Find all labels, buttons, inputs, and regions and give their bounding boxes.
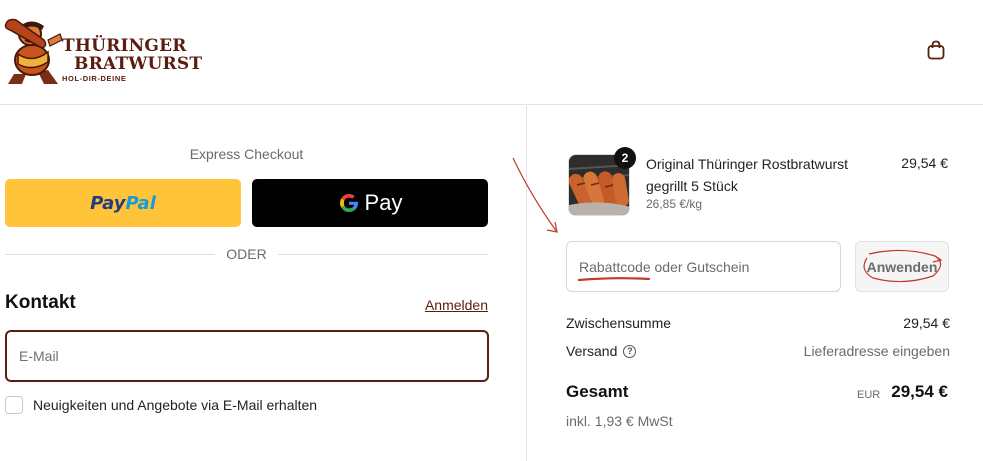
total-label: Gesamt <box>566 382 629 401</box>
quantity-badge: 2 <box>614 147 636 169</box>
separator-line-right <box>278 254 488 255</box>
product-price: 29,54 € <box>901 155 948 171</box>
discount-code-input[interactable] <box>566 241 841 292</box>
paypal-logo-pal: Pal <box>125 192 156 214</box>
logo-tagline: HOL-DIR-DEINE <box>62 74 127 83</box>
apply-discount-button[interactable]: Anwenden <box>855 241 949 292</box>
checkout-main: Express Checkout PayPal Pay ODER Kontakt… <box>0 106 526 461</box>
google-pay-label: Pay <box>364 190 403 215</box>
logo-wordmark: THÜRINGER BRATWURST HOL-DIR-DEINE <box>62 38 202 83</box>
logo-line-2: BRATWURST <box>74 54 203 74</box>
google-g-icon <box>339 194 358 212</box>
google-pay-button[interactable]: Pay <box>252 179 488 227</box>
subtotal-row: Zwischensumme 29,54 € <box>566 315 950 331</box>
cart-button[interactable] <box>923 37 949 63</box>
shipping-label-group: Versand ? <box>566 343 637 359</box>
shopping-bag-icon <box>927 40 945 60</box>
express-checkout-label: Express Checkout <box>189 146 304 162</box>
paypal-button[interactable]: PayPal <box>5 179 241 227</box>
contact-heading: Kontakt <box>5 292 76 313</box>
mascot-logo-icon <box>4 18 63 84</box>
subtotal-value: 29,54 € <box>903 315 950 331</box>
newsletter-label: Neuigkeiten und Angebote via E-Mail erha… <box>33 397 318 413</box>
shipping-row: Versand ? Lieferadresse eingeben <box>566 343 950 359</box>
logo-line-1: THÜRINGER <box>62 36 187 56</box>
total-currency: EUR <box>857 389 881 401</box>
brand-logo[interactable]: THÜRINGER BRATWURST HOL-DIR-DEINE <box>4 14 202 86</box>
email-field[interactable] <box>5 330 489 382</box>
newsletter-option[interactable]: Neuigkeiten und Angebote via E-Mail erha… <box>5 396 317 414</box>
or-separator: ODER <box>5 246 488 262</box>
product-name: Original Thüringer Rostbratwurst gegrill… <box>646 156 849 194</box>
paypal-logo-pay: Pay <box>90 192 126 214</box>
total-value: 29,54 € <box>891 382 948 401</box>
product-unit-price: 26,85 €/kg <box>646 197 703 211</box>
newsletter-checkbox[interactable] <box>5 396 23 414</box>
help-icon[interactable]: ? <box>623 344 637 358</box>
paypal-logo: PayPal <box>90 193 156 214</box>
subtotal-label: Zwischensumme <box>566 315 672 331</box>
shipping-value: Lieferadresse eingeben <box>803 343 950 359</box>
order-summary: 2 Original Thüringer Rostbratwurst gegri… <box>512 106 983 461</box>
checkout-header: THÜRINGER BRATWURST HOL-DIR-DEINE <box>0 0 983 105</box>
tax-note: inkl. 1,93 € MwSt <box>566 413 673 429</box>
shipping-label: Versand <box>566 343 618 359</box>
login-link[interactable]: Anmelden <box>425 297 488 313</box>
